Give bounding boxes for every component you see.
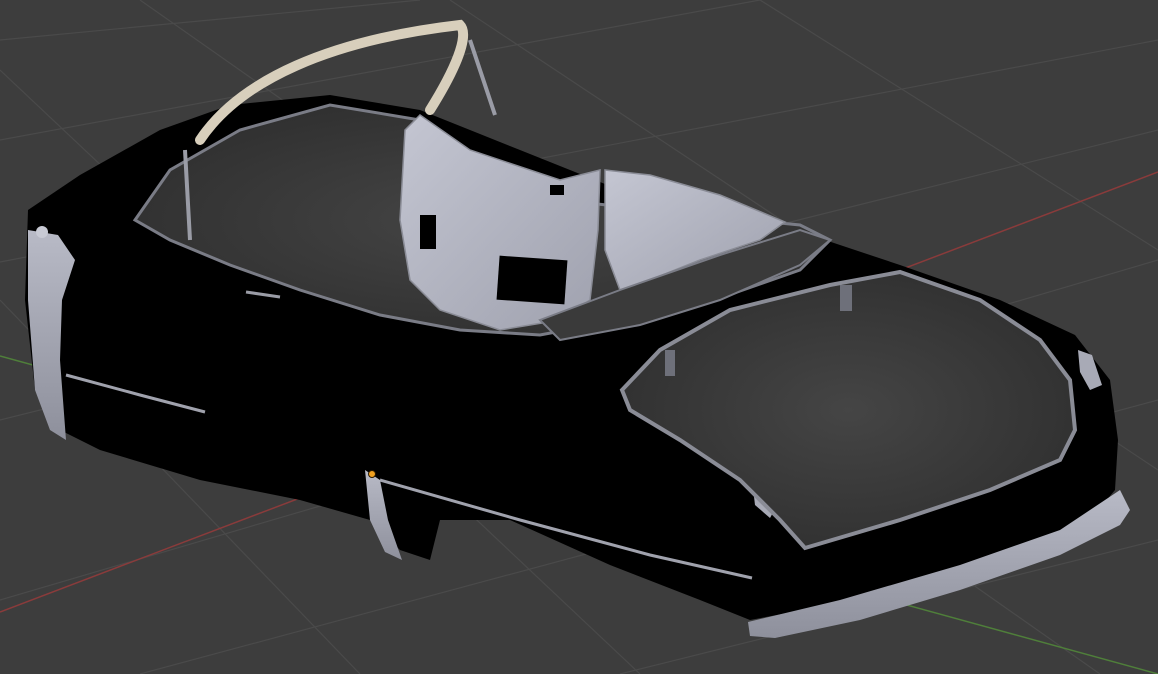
object-origin-point[interactable] <box>368 470 376 478</box>
car-body-model[interactable] <box>25 19 1130 638</box>
3d-viewport[interactable] <box>0 0 1158 674</box>
door-panel-cutout <box>496 255 568 305</box>
trunk-hinge-right <box>840 285 852 311</box>
door-panel-handle-hole <box>550 185 564 195</box>
viewport-canvas[interactable] <box>0 0 1158 674</box>
door-panel-slot <box>420 215 436 249</box>
front-marker <box>36 226 48 238</box>
trunk-hinge-left <box>665 350 675 376</box>
